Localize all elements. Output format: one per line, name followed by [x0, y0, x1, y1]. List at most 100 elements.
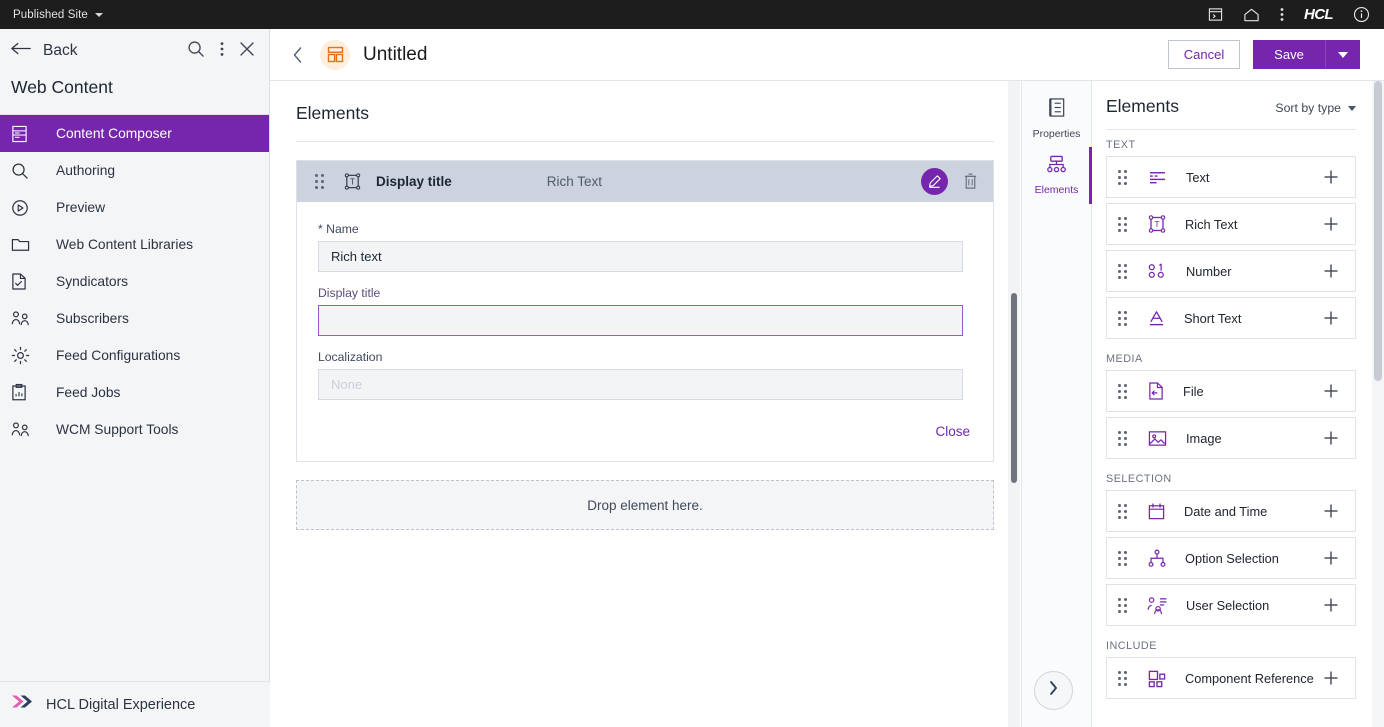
sidebar-item-subscribers[interactable]: Subscribers: [0, 300, 269, 337]
drag-handle-icon[interactable]: [1118, 431, 1127, 446]
element-item-rich-text[interactable]: T Rich Text: [1106, 203, 1356, 245]
panel-scrollbar-thumb[interactable]: [1374, 81, 1382, 381]
field-label: * Name: [318, 222, 972, 236]
field-display-title: Display title: [318, 286, 972, 336]
sidebar-header-icons: [187, 40, 255, 63]
editor-header: Untitled Cancel Save: [270, 29, 1384, 81]
sidebar-item-label: Web Content Libraries: [56, 237, 193, 252]
drag-handle-icon[interactable]: [1118, 598, 1127, 613]
sidebar-item-syndicators[interactable]: Syndicators: [0, 263, 269, 300]
element-item-text[interactable]: Text: [1106, 156, 1356, 198]
sidebar-item-preview[interactable]: Preview: [0, 189, 269, 226]
close-icon[interactable]: [239, 41, 255, 62]
canvas-scrollbar-thumb[interactable]: [1011, 293, 1017, 483]
element-item-label: Short Text: [1184, 311, 1241, 326]
add-element-button[interactable]: [1321, 668, 1341, 688]
add-element-button[interactable]: [1321, 381, 1341, 401]
tab-label: Properties: [1033, 128, 1081, 140]
drag-handle-icon[interactable]: [1118, 264, 1127, 279]
sort-dropdown[interactable]: Sort by type: [1275, 101, 1356, 115]
element-item-image[interactable]: Image: [1106, 417, 1356, 459]
add-element-button[interactable]: [1321, 595, 1341, 615]
tab-properties[interactable]: Properties: [1022, 90, 1091, 147]
drop-zone-label: Drop element here.: [587, 498, 703, 513]
site-selector[interactable]: Published Site: [0, 9, 103, 21]
element-item-date-and-time[interactable]: Date and Time: [1106, 490, 1356, 532]
drag-handle-icon[interactable]: [1118, 384, 1127, 399]
add-element-button[interactable]: [1321, 501, 1341, 521]
element-card-footer: Close: [318, 414, 972, 443]
users-icon: [11, 421, 37, 438]
drag-handle-icon[interactable]: [1118, 311, 1127, 326]
drag-handle-icon[interactable]: [1118, 170, 1127, 185]
element-item-option-selection[interactable]: Option Selection: [1106, 537, 1356, 579]
element-item-label: Text: [1186, 170, 1209, 185]
home-icon[interactable]: [1243, 7, 1260, 23]
add-element-button[interactable]: [1321, 261, 1341, 281]
drag-handle-icon[interactable]: [315, 174, 324, 189]
chevron-left-icon[interactable]: [288, 42, 308, 68]
hcl-logo-icon: [11, 692, 37, 717]
info-icon[interactable]: [1353, 6, 1370, 23]
sidebar-nav-list: Content Composer Authoring Preview Web C…: [0, 115, 269, 448]
display-title-input[interactable]: [318, 305, 963, 336]
next-step-button[interactable]: [1034, 671, 1073, 710]
add-element-button[interactable]: [1321, 308, 1341, 328]
drop-zone[interactable]: Drop element here.: [296, 480, 994, 530]
drag-handle-icon[interactable]: [1118, 551, 1127, 566]
back-button-label[interactable]: Back: [43, 42, 77, 60]
add-element-button[interactable]: [1321, 428, 1341, 448]
editor-tab-rail: Properties Elements: [1021, 81, 1092, 727]
sidebar-item-feed-configurations[interactable]: Feed Configurations: [0, 337, 269, 374]
sidebar-item-authoring[interactable]: Authoring: [0, 152, 269, 189]
edit-button[interactable]: [921, 168, 948, 195]
element-item-user-selection[interactable]: User Selection: [1106, 584, 1356, 626]
cancel-button[interactable]: Cancel: [1168, 40, 1240, 69]
sidebar-item-label: Feed Jobs: [56, 385, 120, 400]
tab-elements[interactable]: Elements: [1022, 147, 1091, 204]
localization-input[interactable]: [318, 369, 963, 400]
sidebar-item-feed-jobs[interactable]: Feed Jobs: [0, 374, 269, 411]
drag-handle-icon[interactable]: [1118, 217, 1127, 232]
drag-handle-icon[interactable]: [1118, 504, 1127, 519]
sidebar-back-row: Back: [0, 29, 269, 73]
name-input[interactable]: [318, 241, 963, 272]
text-lines-icon: [1147, 169, 1168, 186]
element-type-label: Rich Text: [547, 174, 602, 189]
sidebar-item-label: Preview: [56, 200, 105, 215]
canvas-scrollbar[interactable]: [1008, 81, 1020, 727]
element-item-file[interactable]: File: [1106, 370, 1356, 412]
save-dropdown-button[interactable]: [1325, 40, 1360, 69]
element-item-label: Image: [1186, 431, 1222, 446]
overflow-menu-icon[interactable]: [1280, 7, 1284, 22]
close-button[interactable]: Close: [933, 420, 972, 443]
add-element-button[interactable]: [1321, 548, 1341, 568]
sort-dropdown-label: Sort by type: [1275, 101, 1341, 115]
rich-text-icon: T: [1147, 214, 1167, 234]
element-item-number[interactable]: Number: [1106, 250, 1356, 292]
drag-handle-icon[interactable]: [1118, 671, 1127, 686]
panel-icon[interactable]: [1208, 7, 1223, 22]
search-icon[interactable]: [187, 40, 205, 63]
element-item-label: Rich Text: [1185, 217, 1237, 232]
save-button[interactable]: Save: [1253, 40, 1325, 69]
element-item-label: File: [1183, 384, 1204, 399]
overflow-menu-icon[interactable]: [220, 41, 224, 62]
element-item-component-reference[interactable]: Component Reference: [1106, 657, 1356, 699]
panel-title: Elements: [1106, 96, 1179, 117]
add-element-button[interactable]: [1321, 214, 1341, 234]
add-element-button[interactable]: [1321, 167, 1341, 187]
users-icon: [11, 310, 37, 327]
element-card-header: T Display title Rich Text: [297, 161, 993, 202]
sidebar-item-content-composer[interactable]: Content Composer: [0, 115, 269, 152]
element-item-label: Number: [1186, 264, 1232, 279]
sidebar-item-wcm-support-tools[interactable]: WCM Support Tools: [0, 411, 269, 448]
arrow-left-icon[interactable]: [10, 41, 32, 61]
panel-header: Elements Sort by type: [1092, 81, 1372, 117]
element-item-short-text[interactable]: Short Text: [1106, 297, 1356, 339]
delete-button[interactable]: [958, 168, 982, 195]
panel-scrollbar[interactable]: [1372, 81, 1384, 727]
sidebar-item-web-content-libraries[interactable]: Web Content Libraries: [0, 226, 269, 263]
properties-icon: [1047, 97, 1067, 123]
image-icon: [1147, 429, 1168, 448]
